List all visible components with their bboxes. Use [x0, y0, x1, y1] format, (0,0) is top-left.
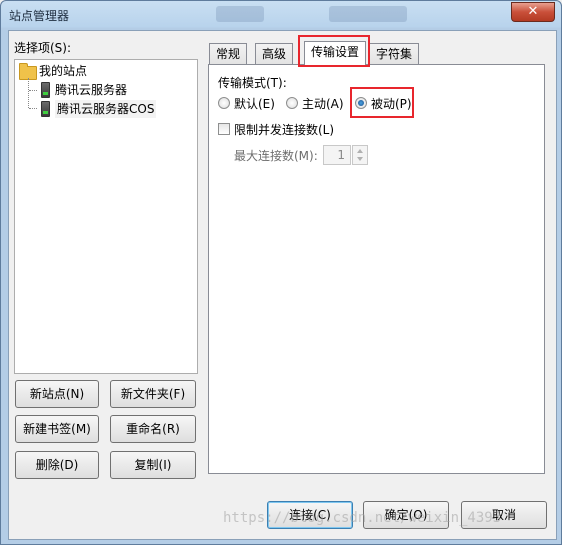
radio-default-label[interactable]: 默认(E) [234, 95, 275, 112]
tree-label-server: 腾讯云服务器 [55, 83, 128, 97]
radio-active-label[interactable]: 主动(A) [302, 95, 344, 112]
new-bookmark-button[interactable]: 新建书签(M) [15, 415, 99, 443]
delete-button[interactable]: 删除(D) [15, 451, 99, 479]
background-tab-ghost [329, 6, 407, 22]
tree-label-my-sites: 我的站点 [39, 64, 88, 78]
rename-button[interactable]: 重命名(R) [110, 415, 196, 443]
tab-general[interactable]: 常规 [209, 43, 248, 64]
limit-connections-label[interactable]: 限制并发连接数(L) [234, 121, 334, 138]
tab-advanced[interactable]: 高级 [255, 43, 294, 64]
title-bar[interactable]: 站点管理器 ✕ [1, 1, 561, 29]
spin-down-icon[interactable] [357, 157, 363, 161]
radio-active[interactable] [286, 97, 298, 109]
site-manager-window: 站点管理器 ✕ 选择项(S): 我的站点 腾讯云服务器 腾讯云服务器COS 新站… [0, 0, 562, 545]
spin-up-icon[interactable] [357, 149, 363, 153]
site-tree[interactable]: 我的站点 腾讯云服务器 腾讯云服务器COS [14, 59, 198, 374]
background-tab-ghost [216, 6, 264, 22]
radio-default[interactable] [218, 97, 230, 109]
tree-connector [29, 90, 37, 91]
tree-connector [29, 108, 37, 109]
highlight-box-passive [350, 87, 414, 118]
max-connections-label: 最大连接数(M): [234, 149, 318, 163]
window-title: 站点管理器 [9, 9, 70, 23]
tree-connector [28, 78, 29, 108]
server-icon [41, 101, 50, 117]
highlight-box-tab [298, 35, 370, 67]
max-connections-spinner[interactable] [352, 145, 368, 165]
new-site-button[interactable]: 新站点(N) [15, 380, 99, 408]
watermark-text: https://blog.csdn.net/weixin_4393 [223, 510, 502, 526]
dialog-client: 选择项(S): 我的站点 腾讯云服务器 腾讯云服务器COS 新站点(N) 新文件… [8, 30, 557, 540]
tab-charset[interactable]: 字符集 [369, 43, 420, 64]
select-entry-label: 选择项(S): [14, 41, 72, 55]
close-button[interactable]: ✕ [511, 2, 555, 22]
copy-button[interactable]: 复制(I) [110, 451, 196, 479]
tree-label-server-cos: 腾讯云服务器COS [55, 100, 157, 118]
server-icon [41, 82, 50, 98]
new-folder-button[interactable]: 新文件夹(F) [110, 380, 196, 408]
limit-connections-checkbox[interactable] [218, 123, 230, 135]
transfer-mode-label: 传输模式(T): [218, 76, 287, 90]
max-connections-input[interactable]: 1 [323, 145, 351, 165]
tab-panel-transfer: 传输模式(T): 默认(E) 主动(A) 被动(P) 限制并发连接数(L) 最大… [208, 64, 545, 474]
